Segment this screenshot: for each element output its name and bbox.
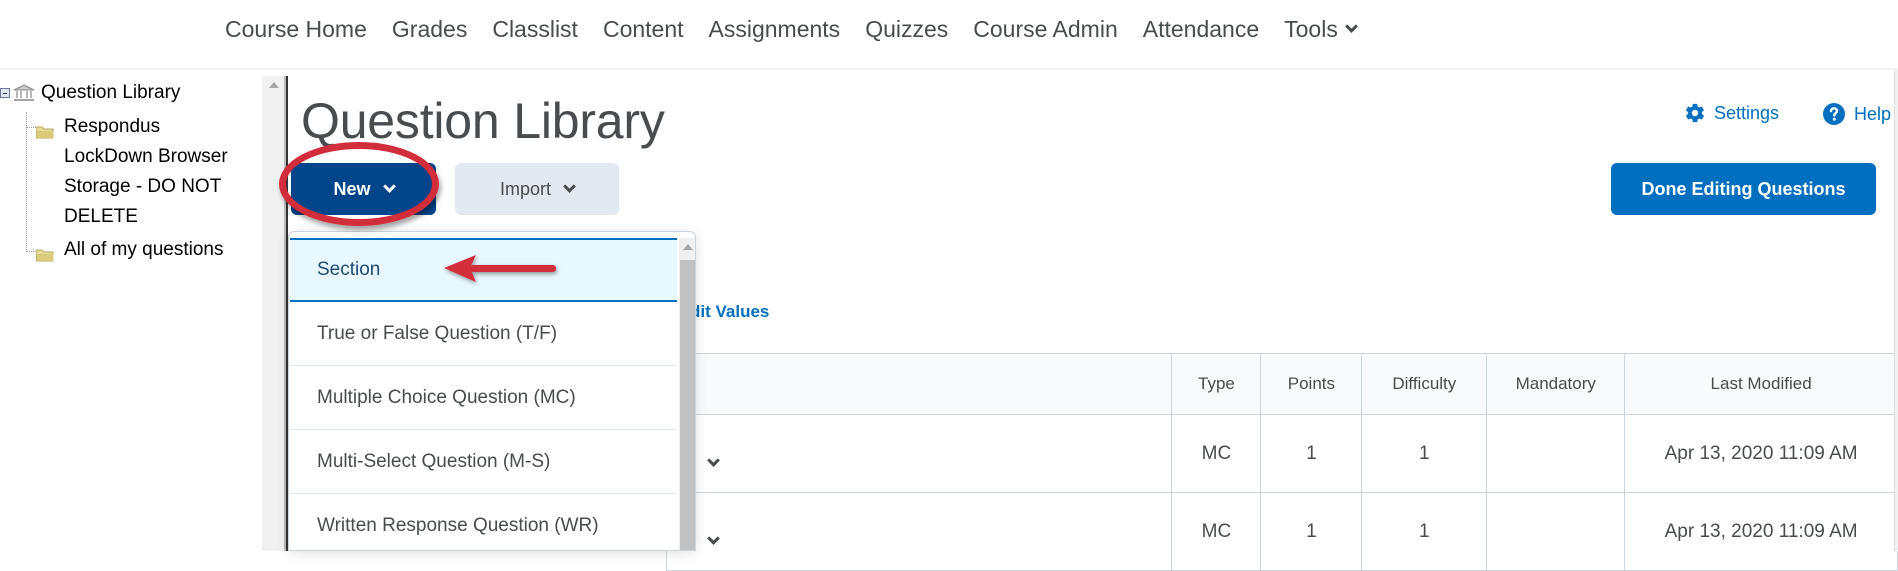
scroll-up-icon[interactable] [269,82,279,88]
nav-list: Course Home Grades Classlist Content Ass… [225,14,1368,44]
column-header-points[interactable]: Points [1260,353,1363,415]
scrollbar-thumb[interactable] [680,260,695,550]
column-header-difficulty[interactable]: Difficulty [1361,353,1488,415]
edit-values-link[interactable]: dit Values [690,302,769,322]
tree-root-label: Question Library [41,82,181,103]
nav-label: Tools [1284,16,1338,42]
nav-item-quizzes[interactable]: Quizzes [853,14,961,44]
mandatory-cell [1486,414,1626,493]
table-row: MC 1 1 Apr 13, 2020 11:09 AM [665,492,1898,571]
menu-item-multiple-choice[interactable]: Multiple Choice Question (MC) [290,366,677,430]
nav-item-content[interactable]: Content [590,14,696,44]
folder-icon [35,242,54,262]
difficulty-cell: 1 [1361,414,1488,493]
points-cell: 1 [1260,414,1363,493]
help-icon [1823,103,1845,125]
type-cell: MC [1171,414,1262,493]
menu-item-label: Multiple Choice Question (MC) [317,386,576,408]
chevron-down-icon[interactable] [707,453,720,467]
chevron-down-icon[interactable] [707,531,720,545]
difficulty-cell: 1 [1361,492,1488,571]
library-tree: Question Library Respondus LockDown Brow… [0,78,262,551]
menu-scrollbar[interactable] [679,238,695,550]
tree-connector [26,112,27,252]
new-dropdown-menu: Section True or False Question (T/F) Mul… [288,231,696,551]
question-cell [665,414,1173,493]
nav-label: Grades [391,16,468,42]
nav-item-tools[interactable]: Tools [1272,14,1369,44]
scroll-up-icon[interactable] [683,244,693,250]
nav-label: Content [602,16,684,42]
last-modified-cell: Apr 13, 2020 11:09 AM [1624,492,1898,571]
nav-label: Classlist [492,16,578,42]
table-header-row: Type Points Difficulty Mandatory Last Mo… [665,353,1898,415]
nav-item-classlist[interactable]: Classlist [480,14,591,44]
settings-label: Settings [1714,102,1780,123]
done-editing-questions-button[interactable]: Done Editing Questions [1611,163,1876,215]
chevron-down-icon [563,180,576,193]
tree-item-respondus[interactable]: Respondus LockDown Browser Storage - DO … [35,112,244,232]
column-header-mandatory[interactable]: Mandatory [1486,353,1626,415]
tree-item-label: All of my questions [64,239,224,260]
chevron-down-icon [1344,20,1358,33]
nav-label: Course Home [225,16,367,42]
table-row: MC 1 1 Apr 13, 2020 11:09 AM [665,414,1898,493]
nav-label: Assignments [708,16,841,42]
tree-root-question-library[interactable]: Question Library [0,82,180,104]
new-button-label: New [333,178,371,199]
nav-label: Course Admin [973,16,1118,42]
questions-table: Type Points Difficulty Mandatory Last Mo… [665,353,1898,571]
page-scrollbar[interactable] [1894,70,1898,551]
tree-item-all-questions[interactable]: All of my questions [35,235,244,265]
column-header [665,353,1173,415]
import-button-label: Import [499,178,551,199]
menu-item-label: Section [317,259,381,280]
nav-label: Attendance [1142,16,1260,42]
settings-link[interactable]: Settings [1684,102,1779,124]
menu-item-multi-select[interactable]: Multi-Select Question (M-S) [290,430,677,494]
menu-item-written-response[interactable]: Written Response Question (WR) [290,494,677,550]
new-button[interactable]: New [291,163,436,215]
nav-item-attendance[interactable]: Attendance [1130,14,1271,44]
frame-scrollbar[interactable] [262,76,286,551]
points-cell: 1 [1260,492,1363,571]
nav-item-assignments[interactable]: Assignments [696,14,853,44]
column-header-type[interactable]: Type [1171,353,1262,415]
column-header-last-modified[interactable]: Last Modified [1624,353,1898,415]
chevron-down-icon [382,180,396,193]
menu-item-label: Written Response Question (WR) [317,514,599,536]
gear-icon [1686,103,1704,123]
folder-icon [35,119,54,139]
done-button-label: Done Editing Questions [1641,178,1846,199]
type-cell: MC [1171,492,1262,571]
nav-item-course-home[interactable]: Course Home [225,14,379,44]
help-label: Help [1854,103,1892,124]
menu-item-true-false[interactable]: True or False Question (T/F) [290,302,677,366]
nav-item-grades[interactable]: Grades [379,14,479,44]
nav-label: Quizzes [865,16,949,42]
page-title: Question Library [301,93,665,149]
tree-item-label: Respondus LockDown Browser Storage - DO … [64,116,228,227]
last-modified-cell: Apr 13, 2020 11:09 AM [1624,414,1898,493]
nav-item-course-admin[interactable]: Course Admin [961,14,1130,44]
menu-item-section[interactable]: Section [290,238,677,302]
question-cell [665,492,1173,571]
import-button[interactable]: Import [455,163,619,215]
menu-item-label: True or False Question (T/F) [317,322,558,344]
menu-item-label: Multi-Select Question (M-S) [317,450,551,472]
bank-icon [13,84,35,102]
help-link[interactable]: Help [1822,102,1891,126]
mandatory-cell [1486,492,1626,571]
top-navigation: Course Home Grades Classlist Content Ass… [0,0,1898,70]
collapse-icon[interactable] [0,88,10,98]
